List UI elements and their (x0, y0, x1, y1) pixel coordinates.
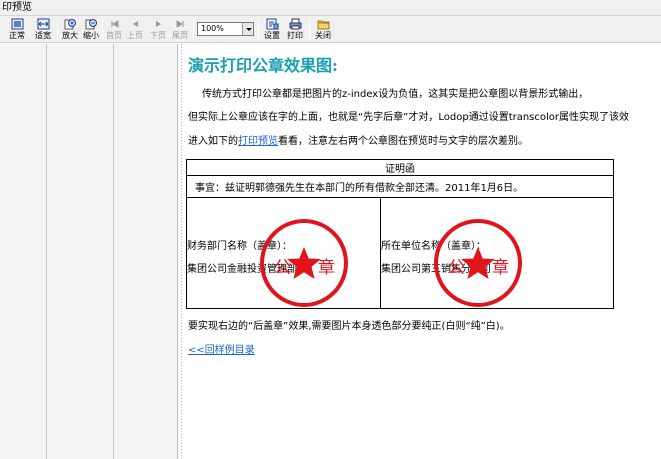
window-title: 印预览 (2, 2, 32, 13)
zoom-out-button-label: 缩小 (83, 31, 99, 40)
close-button[interactable]: 关闭 (312, 17, 334, 42)
prev-page-button[interactable]: 上页 (124, 17, 146, 42)
seal-note: 要实现右边的“后盖章”效果,需要图片本身透色部分要纯正(白则“纯”白)。 (188, 321, 510, 332)
last-page-button-label: 尾页 (172, 31, 188, 40)
toolbar-separator (57, 19, 58, 40)
page-edge (178, 44, 186, 459)
print-button[interactable]: 打印 (284, 17, 306, 42)
toolbar-separator (102, 19, 103, 40)
fit-width-button[interactable]: 适宽 (30, 17, 56, 42)
normal-button-label: 正常 (9, 31, 25, 40)
toolbar-separator (309, 19, 310, 40)
page-fit-icon (37, 18, 49, 30)
toolbar-separator (258, 19, 259, 40)
normal-button[interactable]: 正常 (4, 17, 30, 42)
intro-line-3: 进入如下的打印预览看看，注意左右两个公章图在预览时与文字的层次差别。 (188, 135, 528, 148)
setup-button[interactable]: 设置 (261, 17, 283, 42)
page-heading: 演示打印公章效果图: (188, 56, 338, 75)
toolbar-separator (193, 19, 194, 40)
toolbar: 正常 适宽 放大 缩小 首页 上页 下页 尾页 100% 设置 打印 关闭 (0, 16, 661, 43)
chevron-down-icon[interactable] (242, 23, 253, 35)
zoom-select[interactable]: 100% (197, 22, 254, 36)
last-page-button[interactable]: 尾页 (169, 17, 191, 42)
intro-line-3-start: 进入如下的 (188, 136, 238, 147)
page-normal-icon (11, 18, 23, 30)
seal-left-char-2: 章 (318, 258, 335, 278)
zoom-in-button[interactable]: 放大 (59, 17, 81, 42)
certificate-title: 证明函 (186, 159, 614, 176)
back-to-samples-link[interactable]: <<回样例目录 (188, 344, 255, 357)
preview-page: 演示打印公章效果图: 传统方式打印公章都是把图片的z-index设为负值，这其实… (186, 44, 661, 459)
last-page-icon (176, 20, 183, 28)
company-seal-left: 公 章 (258, 217, 350, 309)
print-preview-link[interactable]: 打印预览 (238, 136, 278, 147)
pane-divider (113, 44, 114, 459)
print-button-label: 打印 (287, 31, 303, 40)
setup-button-label: 设置 (264, 31, 280, 40)
printer-icon (289, 18, 301, 30)
certificate-matter: 事宜：兹证明郭德强先生在本部门的所有借款全部还清。2011年1月6日。 (186, 175, 614, 198)
next-page-button-label: 下页 (150, 31, 166, 40)
intro-line-2: 但实际上公章应该在字的上面，也就是“先字后章”才对，Lodop通过设置trans… (188, 112, 630, 123)
intro-line-1: 传统方式打印公章都是把图片的z-index设为负值，这其实是把公章图以背景形式输… (202, 89, 589, 100)
certificate-table: 证明函 事宜：兹证明郭德强先生在本部门的所有借款全部还清。2011年1月6日。 … (186, 159, 614, 309)
title-bar: 印预览 (0, 0, 661, 16)
intro-line-3-end: 看看，注意左右两个公章图在预览时与文字的层次差别。 (278, 136, 528, 147)
seal-left-char-1: 公 (274, 258, 291, 278)
zoom-in-button-label: 放大 (62, 31, 78, 40)
close-folder-icon (317, 20, 329, 30)
seal-right-char-2: 章 (492, 258, 509, 278)
first-page-icon (111, 20, 118, 28)
prev-page-icon (132, 21, 138, 27)
setup-icon (266, 18, 278, 30)
zoom-in-icon (64, 19, 76, 30)
seal-right-char-1: 公 (448, 258, 465, 278)
close-button-label: 关闭 (315, 31, 331, 40)
next-page-button[interactable]: 下页 (147, 17, 169, 42)
thumbnail-pane (0, 44, 178, 459)
zoom-out-icon (85, 19, 97, 30)
fit-width-button-label: 适宽 (35, 31, 51, 40)
next-page-icon (155, 21, 161, 27)
zoom-select-value: 100% (201, 24, 224, 33)
prev-page-button-label: 上页 (127, 31, 143, 40)
zoom-out-button[interactable]: 缩小 (81, 17, 101, 42)
first-page-button-label: 首页 (106, 31, 122, 40)
first-page-button[interactable]: 首页 (104, 17, 124, 42)
company-seal-right: 公 章 (432, 217, 524, 309)
pane-divider (46, 44, 47, 459)
